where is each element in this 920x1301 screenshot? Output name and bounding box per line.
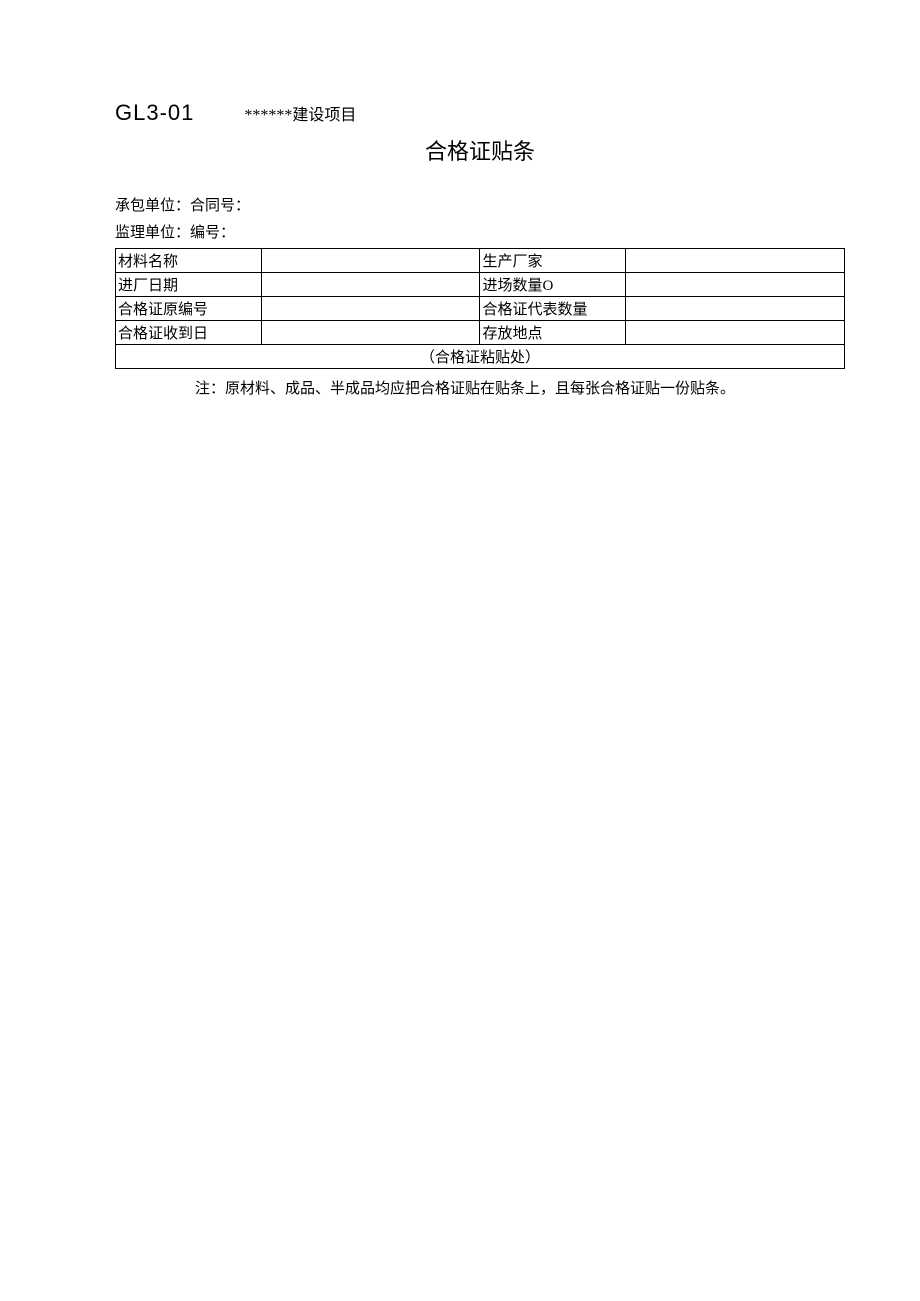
project-name: ******建设项目 xyxy=(244,101,356,125)
table-row: （合格证粘贴处） xyxy=(116,345,845,369)
main-table: 材料名称 生产厂家 进厂日期 进场数量O 合格证原编号 合格证代表数量 合格证收… xyxy=(115,248,845,369)
table-row: 合格证原编号 合格证代表数量 xyxy=(116,297,845,321)
cert-recv-date-value xyxy=(261,321,480,345)
serial-no-label: 编号： xyxy=(190,225,235,241)
footer-note: 注：原材料、成品、半成品均应把合格证贴在贴条上，且每张合格证贴一份贴条。 xyxy=(115,377,845,398)
contract-no-label: 合同号： xyxy=(190,198,250,214)
material-name-label: 材料名称 xyxy=(116,249,262,273)
form-code: GL3-01 xyxy=(115,100,194,126)
entry-date-label: 进厂日期 xyxy=(116,273,262,297)
storage-loc-value xyxy=(626,321,845,345)
entry-date-value xyxy=(261,273,480,297)
manufacturer-value xyxy=(626,249,845,273)
supervisor-info: 监理单位：编号： xyxy=(115,221,845,242)
cert-rep-qty-value xyxy=(626,297,845,321)
table-row: 合格证收到日 存放地点 xyxy=(116,321,845,345)
contractor-info: 承包单位：合同号： xyxy=(115,194,845,215)
document-title: 合格证贴条 xyxy=(115,134,845,166)
material-name-value xyxy=(261,249,480,273)
entry-qty-label: 进场数量O xyxy=(480,273,626,297)
paste-area: （合格证粘贴处） xyxy=(116,345,845,369)
table-row: 材料名称 生产厂家 xyxy=(116,249,845,273)
cert-rep-qty-label: 合格证代表数量 xyxy=(480,297,626,321)
cert-orig-no-value xyxy=(261,297,480,321)
contractor-label: 承包单位： xyxy=(115,198,190,214)
table-row: 进厂日期 进场数量O xyxy=(116,273,845,297)
header-line: GL3-01 ******建设项目 xyxy=(115,100,845,126)
cert-orig-no-label: 合格证原编号 xyxy=(116,297,262,321)
supervisor-label: 监理单位： xyxy=(115,225,190,241)
document-page: GL3-01 ******建设项目 合格证贴条 承包单位：合同号： 监理单位：编… xyxy=(0,0,920,398)
entry-qty-value xyxy=(626,273,845,297)
storage-loc-label: 存放地点 xyxy=(480,321,626,345)
cert-recv-date-label: 合格证收到日 xyxy=(116,321,262,345)
manufacturer-label: 生产厂家 xyxy=(480,249,626,273)
